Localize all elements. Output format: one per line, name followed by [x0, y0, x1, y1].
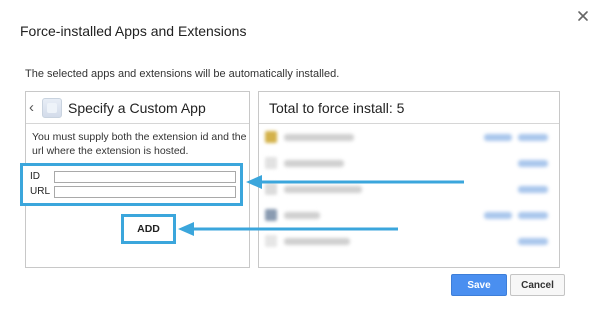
annotation-arrows — [178, 175, 464, 236]
force-install-dialog: Force-installed Apps and Extensions The … — [0, 0, 595, 310]
arrow-to-fields — [246, 175, 464, 189]
arrow-to-add — [178, 222, 398, 236]
save-button[interactable]: Save — [451, 274, 507, 296]
cancel-button[interactable]: Cancel — [510, 274, 565, 296]
